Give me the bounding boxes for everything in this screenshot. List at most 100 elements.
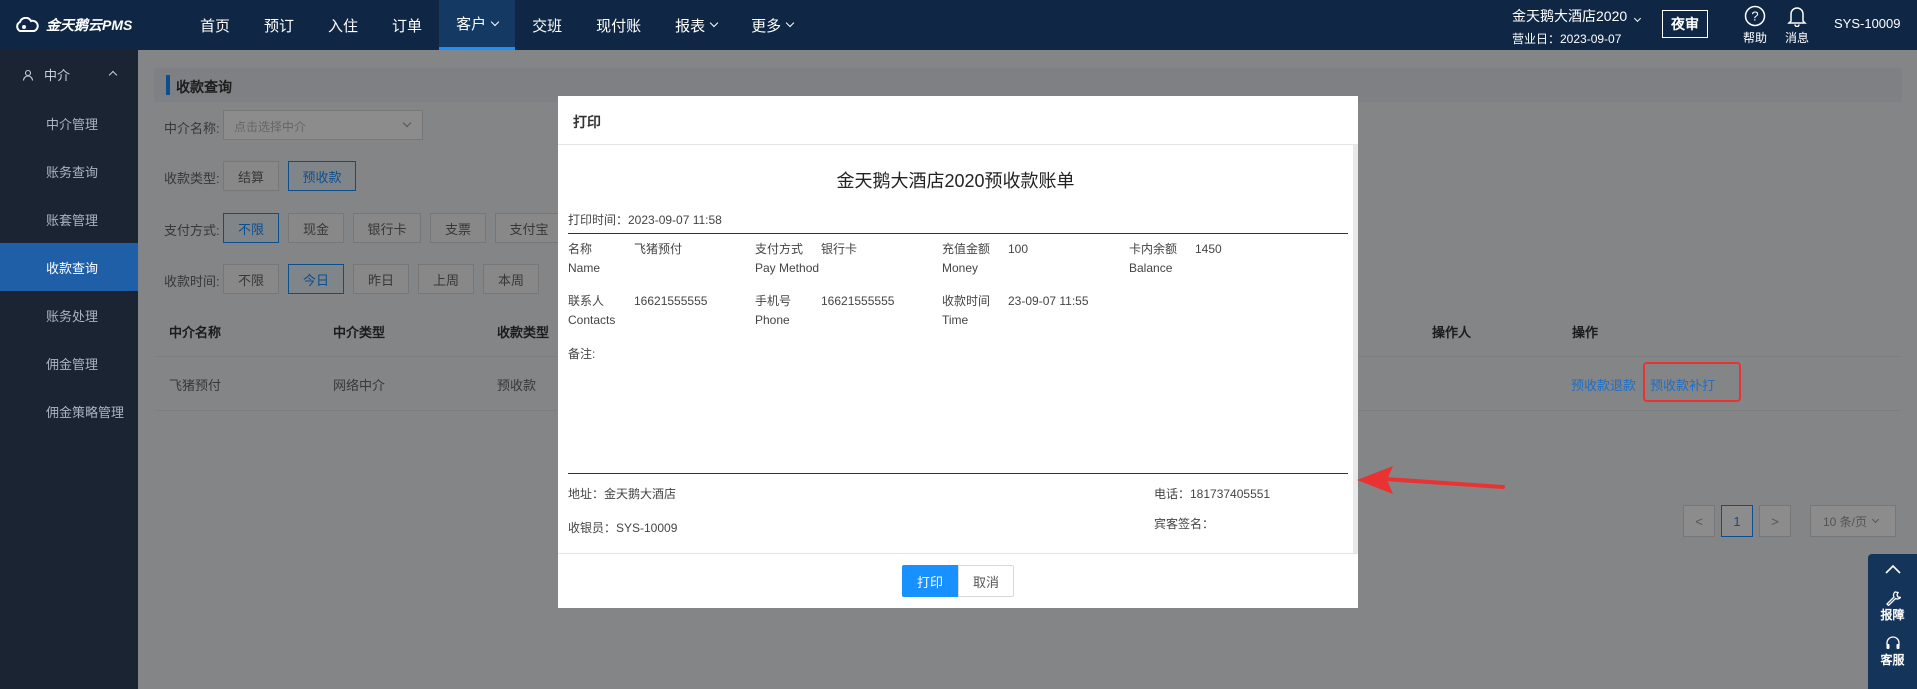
nav-label: 入住 [328, 17, 359, 35]
main-nav: 首页 预订 入住 订单 客户 交班 现付账 报表 更多 [183, 0, 810, 50]
cloud-logo-icon [16, 17, 39, 32]
field-balance-value: 1450 [1195, 242, 1222, 256]
label-en: Balance [1129, 261, 1173, 275]
label-cn: 充值金额 [942, 242, 991, 256]
chevron-down-icon [490, 17, 500, 26]
nav-label: 预订 [264, 17, 295, 35]
chevron-down-icon [1634, 14, 1642, 23]
nav-label: 客户 [456, 16, 487, 33]
top-navbar: 金天鹅云PMS 首页 预订 入住 订单 客户 交班 现付账 报表 更多 金天鹅大… [0, 0, 1917, 50]
messages-button[interactable]: 消息 [1777, 3, 1817, 46]
sidebar-item-commission[interactable]: 佣金管理 [0, 339, 138, 387]
field-time-label: 收款时间 Time [942, 292, 990, 330]
sidebar-item-label: 账务查询 [46, 164, 99, 180]
headset-icon [1885, 636, 1900, 649]
help-label: 帮助 [1742, 31, 1767, 45]
label-cn: 联系人 [568, 294, 605, 308]
messages-label: 消息 [1784, 31, 1809, 45]
print-button[interactable]: 打印 [902, 565, 958, 597]
help-icon: ? [1744, 5, 1766, 27]
chevron-up-icon [108, 70, 118, 80]
night-audit-button[interactable]: 夜审 [1662, 10, 1708, 38]
sidebar-item-label: 收款查询 [46, 260, 99, 276]
label-cn: 收款时间 [942, 294, 991, 308]
header-rule [568, 233, 1348, 234]
chevron-down-icon [709, 18, 719, 28]
nav-checkin[interactable]: 入住 [311, 0, 375, 50]
sidebar-group-agent[interactable]: 中介 [0, 50, 138, 99]
scroll-top-button[interactable] [1868, 554, 1917, 584]
nav-customers[interactable]: 客户 [439, 0, 516, 50]
help-button[interactable]: ? 帮助 [1735, 3, 1775, 46]
label-cn: 名称 [568, 242, 593, 256]
sidebar-item-label: 佣金管理 [46, 356, 99, 372]
field-balance-label: 卡内余额 Balance [1129, 240, 1177, 278]
document-title: 金天鹅大酒店2020预收款账单 [836, 171, 1075, 191]
report-label: 报障 [1880, 608, 1905, 622]
label-cn: 卡内余额 [1129, 242, 1178, 256]
field-name-label: 名称 Name [568, 240, 600, 278]
cashier-text: 收银员：SYS-10009 [568, 521, 678, 535]
sidebar-item-agent-management[interactable]: 中介管理 [0, 99, 138, 147]
sidebar-item-account-set[interactable]: 账套管理 [0, 195, 138, 243]
dialog-title: 打印 [558, 96, 1358, 145]
logo-text: 金天鹅云PMS [46, 17, 133, 33]
nav-orders[interactable]: 订单 [375, 0, 439, 50]
prepaid-refund-link[interactable]: 预收款退款 [1571, 375, 1636, 394]
sidebar-item-account-processing[interactable]: 账务处理 [0, 291, 138, 339]
print-dialog: 打印 金天鹅大酒店2020预收款账单 打印时间：2023-09-07 11:58… [558, 96, 1358, 608]
field-contact-value: 16621555555 [634, 294, 708, 308]
wrench-icon [1885, 591, 1901, 606]
sidebar-item-commission-policy[interactable]: 佣金策略管理 [0, 387, 138, 435]
nav-more[interactable]: 更多 [734, 0, 810, 50]
footer-rule [568, 473, 1348, 474]
address-text: 地址：金天鹅大酒店 [568, 487, 677, 501]
user-icon [22, 69, 34, 81]
field-pay-value: 银行卡 [821, 242, 858, 256]
field-name-value: 飞猪预付 [634, 242, 683, 256]
red-arrow-annotation [1357, 466, 1505, 494]
nav-cash-account[interactable]: 现付账 [579, 0, 658, 50]
chevron-down-icon [785, 18, 795, 28]
remark-label: 备注: [568, 347, 596, 361]
nav-label: 报表 [675, 17, 706, 35]
business-day: 营业日：2023-09-07 [1512, 32, 1622, 46]
field-contact-label: 联系人 Contacts [568, 292, 615, 330]
field-phone-value: 16621555555 [821, 294, 895, 308]
nav-label: 交班 [532, 17, 563, 35]
cancel-button[interactable]: 取消 [958, 565, 1014, 597]
user-menu[interactable]: SYS-10009 [1834, 16, 1901, 31]
nav-label: 订单 [392, 17, 423, 35]
field-money-value: 100 [1008, 242, 1029, 256]
bell-icon [1787, 7, 1807, 27]
dialog-footer: 打印 取消 [558, 553, 1358, 608]
field-money-label: 充值金额 Money [942, 240, 990, 278]
label-cn: 支付方式 [755, 242, 804, 256]
highlight-box [1643, 362, 1741, 402]
field-pay-label: 支付方式 Pay Method [755, 240, 819, 278]
sidebar-item-account-query[interactable]: 账务查询 [0, 147, 138, 195]
customer-service-button[interactable]: 客服 [1868, 629, 1917, 674]
report-issue-button[interactable]: 报障 [1868, 584, 1917, 629]
label-en: Contacts [568, 313, 616, 327]
tel-text: 电话：181737405551 [1154, 487, 1271, 501]
nav-label: 更多 [751, 17, 782, 35]
svg-text:?: ? [1751, 9, 1758, 24]
nav-reports[interactable]: 报表 [658, 0, 734, 50]
label-cn: 手机号 [755, 294, 792, 308]
hotel-switcher[interactable]: 金天鹅大酒店2020 营业日：2023-09-07 [1512, 6, 1642, 47]
nav-booking[interactable]: 预订 [247, 0, 311, 50]
sidebar-item-payment-query[interactable]: 收款查询 [0, 243, 138, 291]
sidebar-item-label: 账务处理 [46, 308, 99, 324]
sidebar: 中介 中介管理 账务查询 账套管理 收款查询 账务处理 佣金管理 佣金策略管理 [0, 50, 138, 689]
print-time: 打印时间：2023-09-07 11:58 [568, 213, 722, 227]
field-phone-label: 手机号 Phone [755, 292, 791, 330]
chevron-up-icon [1884, 564, 1901, 574]
nav-label: 首页 [200, 17, 231, 35]
app-logo[interactable]: 金天鹅云PMS [14, 14, 132, 36]
nav-label: 现付账 [596, 17, 642, 35]
sidebar-item-label: 账套管理 [46, 212, 99, 228]
sidebar-group-label: 中介 [44, 68, 71, 83]
nav-shift[interactable]: 交班 [515, 0, 579, 50]
nav-home[interactable]: 首页 [183, 0, 247, 50]
